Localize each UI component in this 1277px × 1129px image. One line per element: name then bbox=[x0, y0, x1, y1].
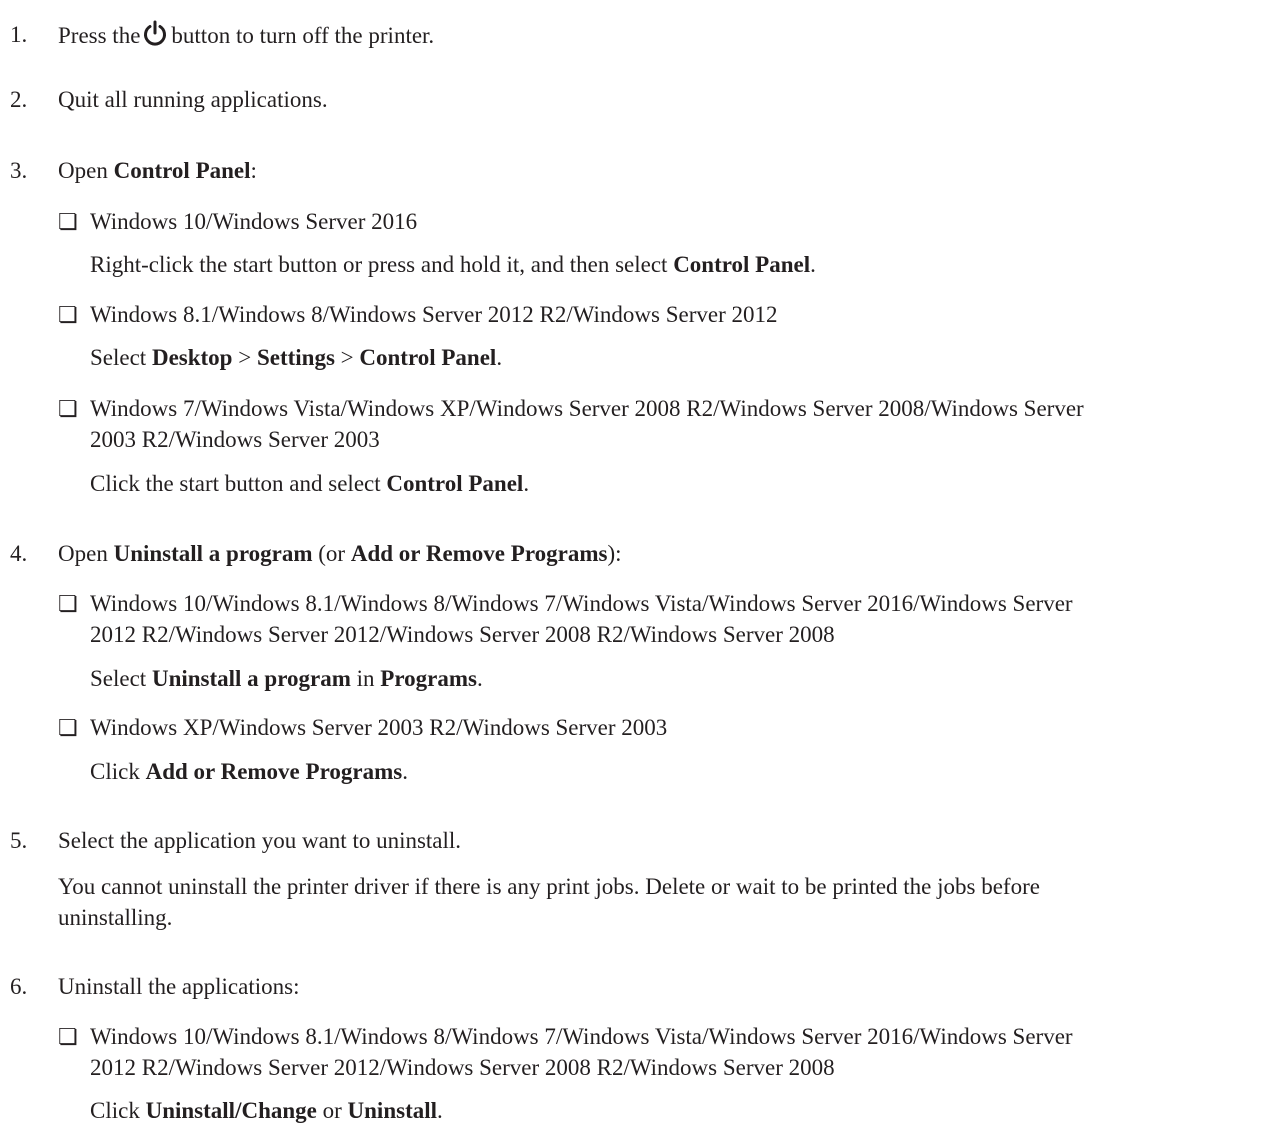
ui-term: Control Panel bbox=[386, 471, 524, 496]
ui-term: Add or Remove Programs bbox=[145, 759, 403, 784]
step-text: Press the button to turn off the printer. bbox=[58, 20, 434, 54]
instruction-part: in bbox=[350, 666, 381, 691]
step-text-part: ): bbox=[607, 541, 622, 566]
checkbox-bullet-icon: ❏ bbox=[58, 302, 78, 327]
option-instruction: Select Desktop > Settings > Control Pane… bbox=[90, 343, 502, 373]
option-heading: 2012 R2/Windows Server 2012/Windows Serv… bbox=[90, 1055, 835, 1080]
ui-term: Uninstall/Change bbox=[145, 1098, 317, 1123]
instruction-part: . bbox=[496, 345, 503, 370]
step-text: Open Uninstall a program (or Add or Remo… bbox=[58, 539, 622, 569]
option-heading: Windows 7/Windows Vista/Windows XP/Windo… bbox=[90, 396, 1084, 421]
option-heading: Windows XP/Windows Server 2003 R2/Window… bbox=[90, 715, 668, 740]
step-number: 3. bbox=[10, 158, 28, 183]
checkbox-bullet-icon: ❏ bbox=[58, 1024, 78, 1049]
option-instruction: Click Uninstall/Change or Uninstall. bbox=[90, 1096, 443, 1126]
step-number: 2. bbox=[10, 87, 28, 112]
instruction-part: . bbox=[476, 666, 483, 691]
option-heading: Windows 10/Windows Server 2016 bbox=[90, 209, 418, 234]
ui-term: Desktop bbox=[151, 345, 233, 370]
step-note: uninstalling. bbox=[58, 905, 173, 930]
step-text: Quit all running applications. bbox=[58, 87, 328, 112]
instruction-part: . bbox=[810, 252, 816, 277]
ui-term: Control Panel bbox=[359, 345, 497, 370]
ui-term: Add or Remove Programs bbox=[350, 541, 608, 566]
step-text: Uninstall the applications: bbox=[58, 974, 300, 999]
instruction-part: > bbox=[334, 345, 360, 370]
step-text-part: Open bbox=[58, 541, 114, 566]
step-number: 1. bbox=[10, 22, 28, 47]
ui-term: Uninstall bbox=[347, 1098, 438, 1123]
option-instruction: Click the start button and select Contro… bbox=[90, 469, 529, 499]
option-instruction: Right-click the start button or press an… bbox=[90, 250, 816, 280]
step-number: 6. bbox=[10, 974, 28, 999]
option-instruction: Click Add or Remove Programs. bbox=[90, 757, 408, 787]
checkbox-bullet-icon: ❏ bbox=[58, 396, 78, 421]
ui-term: Programs bbox=[380, 666, 477, 691]
instruction-document: 1. Press the button to turn off the print… bbox=[0, 0, 1277, 1129]
step-text: Open Control Panel: bbox=[58, 156, 257, 186]
instruction-part: Click the start button and select bbox=[90, 471, 387, 496]
ui-term: Control Panel bbox=[113, 158, 251, 183]
option-heading: 2003 R2/Windows Server 2003 bbox=[90, 427, 380, 452]
option-heading: Windows 10/Windows 8.1/Windows 8/Windows… bbox=[90, 591, 1073, 616]
instruction-part: Right-click the start button or press an… bbox=[90, 252, 674, 277]
step-note: You cannot uninstall the printer driver … bbox=[58, 874, 1040, 899]
option-instruction: Select Uninstall a program in Programs. bbox=[90, 664, 483, 694]
instruction-part: Select bbox=[90, 666, 152, 691]
step-number: 5. bbox=[10, 828, 28, 853]
step-number: 4. bbox=[10, 541, 28, 566]
instruction-part: or bbox=[316, 1098, 348, 1123]
instruction-part: Click bbox=[90, 759, 146, 784]
power-icon bbox=[142, 20, 168, 54]
instruction-part: . bbox=[402, 759, 408, 784]
option-heading: Windows 8.1/Windows 8/Windows Server 201… bbox=[90, 302, 778, 327]
option-heading: Windows 10/Windows 8.1/Windows 8/Windows… bbox=[90, 1024, 1073, 1049]
instruction-part: . bbox=[437, 1098, 443, 1123]
step-text-part: Open bbox=[58, 158, 114, 183]
instruction-part: > bbox=[232, 345, 257, 370]
step-text: Select the application you want to unins… bbox=[58, 828, 462, 853]
instruction-part: Select bbox=[90, 345, 152, 370]
step-text-part: (or bbox=[312, 541, 351, 566]
checkbox-bullet-icon: ❏ bbox=[58, 715, 78, 740]
checkbox-bullet-icon: ❏ bbox=[58, 209, 78, 234]
step-text-part: : bbox=[250, 158, 257, 183]
instruction-part: Click bbox=[90, 1098, 146, 1123]
checkbox-bullet-icon: ❏ bbox=[58, 591, 78, 616]
step-text-part: button to turn off the printer. bbox=[171, 23, 435, 48]
ui-term: Control Panel bbox=[673, 252, 811, 277]
ui-term: Uninstall a program bbox=[113, 541, 313, 566]
step-text-part: Press the bbox=[58, 23, 141, 48]
instruction-part: . bbox=[523, 471, 530, 496]
ui-term: Uninstall a program bbox=[151, 666, 351, 691]
ui-term: Settings bbox=[256, 345, 335, 370]
option-heading: 2012 R2/Windows Server 2012/Windows Serv… bbox=[90, 622, 835, 647]
